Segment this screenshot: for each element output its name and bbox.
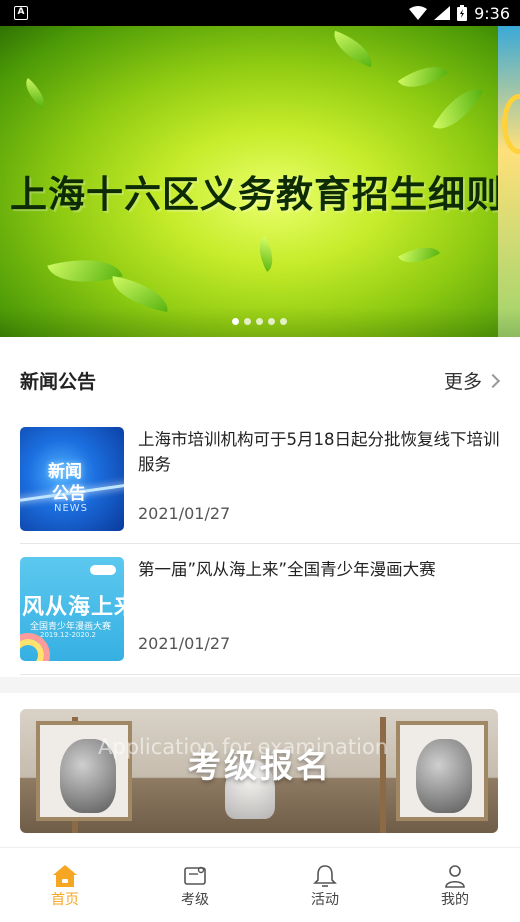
nav-item-home[interactable]: 首页 [0, 848, 130, 922]
thumb-text: 风从海上来 [22, 595, 124, 620]
nav-item-activity[interactable]: 活动 [260, 848, 390, 922]
news-item[interactable]: 新闻 公告 NEWS 上海市培训机构可于5月18日起分批恢复线下培训服务 202… [20, 427, 500, 531]
user-icon [445, 865, 465, 888]
news-thumbnail: 风从海上来 全国青少年漫画大赛 2019.12-2020.2 [20, 557, 124, 661]
carousel-indicator [232, 318, 287, 325]
sketch-image [396, 721, 488, 821]
divider [20, 674, 520, 675]
status-bar: A 9:36 [0, 0, 520, 26]
banner-slide[interactable]: 上海十六区义务教育招生细则 [0, 26, 504, 337]
more-label: 更多 [443, 371, 482, 393]
carousel-dot[interactable] [268, 318, 275, 325]
news-date: 2021/01/27 [138, 504, 231, 523]
news-thumbnail: 新闻 公告 NEWS [20, 427, 124, 531]
carousel-dot[interactable] [256, 318, 263, 325]
battery-icon [457, 5, 468, 21]
thumb-text: 公告 [52, 484, 86, 504]
thumb-text: NEWS [54, 503, 89, 514]
more-button[interactable]: 更多 [443, 367, 501, 394]
nav-label: 首页 [51, 892, 79, 908]
nav-item-exam[interactable]: 考级 [130, 848, 260, 922]
thumb-text: 2019.12-2020.2 [40, 631, 96, 639]
news-item[interactable]: 风从海上来 全国青少年漫画大赛 2019.12-2020.2 第一届”风从海上来… [20, 557, 500, 661]
news-title: 第一届”风从海上来”全国青少年漫画大赛 [138, 560, 436, 579]
status-icons: 9:36 [409, 4, 510, 23]
exam-registration-banner[interactable]: Application for examination 考级报名 [20, 709, 498, 833]
chevron-right-icon [485, 373, 501, 388]
section-title: 新闻公告 [20, 371, 97, 393]
notification-icon: A [14, 6, 28, 20]
carousel-dot[interactable] [244, 318, 251, 325]
carousel-dot[interactable] [280, 318, 287, 325]
next-slide-preview[interactable] [498, 26, 520, 337]
exam-section: Application for examination 考级报名 [0, 693, 520, 847]
banner-title: 上海十六区义务教育招生细则 [10, 172, 504, 216]
nav-label: 我的 [441, 892, 469, 908]
divider [20, 543, 520, 544]
bell-icon [313, 865, 337, 887]
carousel-dot[interactable] [232, 318, 239, 325]
nav-item-profile[interactable]: 我的 [390, 848, 520, 922]
certificate-icon [184, 866, 206, 885]
banner-carousel[interactable]: 上海十六区义务教育招生细则 [0, 26, 520, 337]
exam-title: 考级报名 [188, 746, 332, 785]
nav-label: 考级 [181, 892, 209, 908]
signal-icon [434, 6, 451, 20]
news-date: 2021/01/27 [138, 634, 231, 653]
home-icon [53, 865, 77, 887]
nav-label: 活动 [311, 892, 339, 908]
bottom-nav: 首页 考级 活动 我的 [0, 847, 520, 922]
news-title: 上海市培训机构可于5月18日起分批恢复线下培训服务 [138, 430, 500, 474]
clock: 9:36 [474, 3, 510, 23]
wifi-icon [409, 6, 428, 20]
news-section: 新闻公告 更多 新闻 公告 NEWS 上海市培训机构可于5月18日起分批恢复线下… [0, 337, 520, 677]
news-header: 新闻公告 更多 [20, 367, 501, 394]
